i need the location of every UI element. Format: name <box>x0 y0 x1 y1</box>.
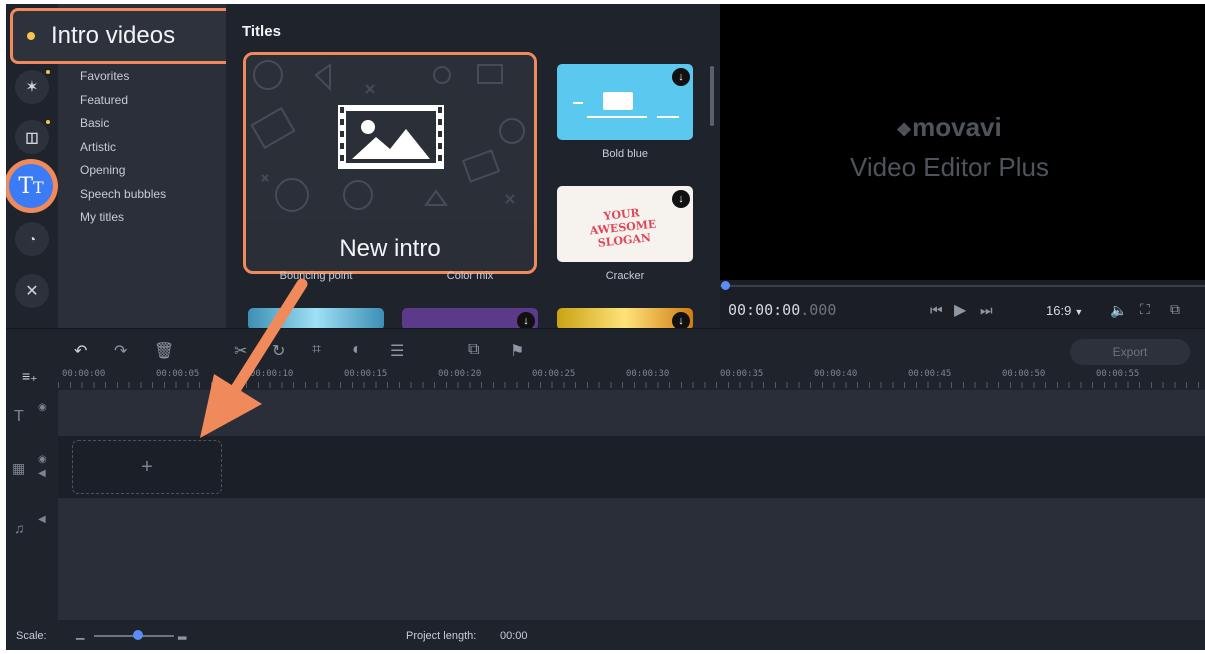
speaker-icon[interactable]: ◀ <box>38 514 46 525</box>
plus-icon: + <box>141 455 153 478</box>
ruler-tick: 00:00:15 <box>344 369 388 379</box>
ruler-tick: 00:00:05 <box>156 369 200 379</box>
category-featured[interactable]: Featured <box>80 93 128 107</box>
movavi-logo: ❖movavi <box>896 112 1002 142</box>
project-length-label: Project length: <box>406 630 477 642</box>
ruler-tick: 00:00:50 <box>1002 369 1046 379</box>
tile-caption-color-mix: Color mix <box>446 270 494 282</box>
gallery-heading: Titles <box>242 23 281 40</box>
image-icon <box>338 105 444 169</box>
video-track-icon: ▦ <box>12 460 26 476</box>
scale-slider-handle[interactable] <box>133 630 143 640</box>
eye-icon[interactable]: ◉ <box>38 402 47 413</box>
skip-forward-icon[interactable]: ⏭ <box>980 302 993 319</box>
magic-wand-icon: ✶ <box>25 79 39 96</box>
zoom-in-icon[interactable]: ▂ <box>178 627 186 640</box>
timeline-ruler[interactable]: 00:00:00 00:00:05 00:00:10 00:00:15 00:0… <box>58 366 1205 390</box>
tile-caption-cracker: Cracker <box>605 270 645 282</box>
ruler-tick: 00:00:25 <box>532 369 576 379</box>
new-badge-dot <box>46 120 50 124</box>
play-icon[interactable]: ▶ <box>954 300 966 320</box>
ruler-tick: 00:00:45 <box>908 369 952 379</box>
titles-gallery: Titles New intro ↓ Bold blue YOUR AWESOM… <box>226 4 720 330</box>
overlay-icon[interactable]: ⧉ <box>468 341 479 359</box>
new-intro-tile[interactable]: New intro <box>243 52 537 274</box>
seek-bar[interactable] <box>720 285 1205 287</box>
rotate-icon[interactable]: ↻ <box>272 341 285 361</box>
export-button[interactable]: Export <box>1070 339 1190 365</box>
pattern-background <box>246 55 534 221</box>
add-track-icon[interactable]: ≡₊ <box>22 368 38 385</box>
project-length-value: 00:00 <box>500 630 528 642</box>
status-bar: Scale: ▁ ▂ Project length: 00:00 <box>6 622 1205 650</box>
product-name: Video Editor Plus <box>850 152 1049 182</box>
tile-caption-bold-blue: Bold blue <box>602 148 648 160</box>
preview-player: ❖movavi Video Editor Plus 00:00:00.000 ⏮… <box>720 4 1205 328</box>
music-track-icon: ♫ <box>14 520 25 536</box>
more-tools-button[interactable]: ✕ <box>15 274 49 308</box>
tools-icon: ✕ <box>25 283 39 300</box>
detach-player-icon[interactable]: ⧉ <box>1170 301 1180 318</box>
transitions-tool-button[interactable]: ◫ <box>15 120 49 154</box>
redo-icon[interactable]: ↷ <box>114 341 127 361</box>
titles-icon: TT <box>18 173 44 199</box>
category-favorites[interactable]: Favorites <box>80 69 129 83</box>
new-intro-label: New intro <box>339 235 441 262</box>
skip-back-icon[interactable]: ⏮ <box>930 302 943 319</box>
time-display: 00:00:00.000 <box>728 301 837 319</box>
download-icon[interactable]: ↓ <box>672 190 690 208</box>
playhead-handle[interactable] <box>721 281 730 290</box>
category-speech-bubbles[interactable]: Speech bubbles <box>80 187 166 201</box>
gallery-scrollbar[interactable] <box>710 66 714 126</box>
intro-videos-label: Intro videos <box>51 22 176 49</box>
ruler-tick: 00:00:35 <box>720 369 764 379</box>
speaker-icon[interactable]: ◀ <box>38 468 46 479</box>
category-opening[interactable]: Opening <box>80 163 125 177</box>
intro-videos-tab[interactable]: Intro videos <box>10 8 238 64</box>
tile-caption-bouncing-point: Bouncing point <box>279 270 353 282</box>
movavi-video-editor-window: ✶ ◫ TT ◔ ✕ Favorites Featured Basic Arti… <box>6 4 1205 650</box>
color-adjust-icon[interactable]: ◐ <box>352 341 362 359</box>
zoom-out-icon[interactable]: ▁ <box>76 627 84 640</box>
scale-label: Scale: <box>16 630 47 642</box>
ruler-tick: 00:00:10 <box>250 369 294 379</box>
ruler-tick: 00:00:30 <box>626 369 670 379</box>
ruler-tick: 00:00:00 <box>62 369 106 379</box>
title-track[interactable] <box>58 390 1205 436</box>
magic-wand-tool-button[interactable]: ✶ <box>15 70 49 104</box>
title-tile-partial[interactable] <box>248 308 384 330</box>
cracker-slogan: YOUR AWESOME SLOGAN <box>589 206 657 250</box>
ruler-tick: 00:00:40 <box>814 369 858 379</box>
timer-icon: ◔ <box>27 231 37 247</box>
titles-tool-button[interactable]: TT <box>6 159 58 213</box>
aspect-ratio-select[interactable]: 16:9 ▼ <box>1046 303 1083 318</box>
add-media-dropzone[interactable]: + <box>72 440 222 494</box>
download-icon[interactable]: ↓ <box>672 68 690 86</box>
delete-icon[interactable]: 🗑 <box>154 341 174 361</box>
undo-icon[interactable]: ↶ <box>74 341 87 361</box>
audio-track[interactable] <box>58 498 1205 620</box>
fullscreen-icon[interactable]: ⛶ <box>1140 301 1150 318</box>
volume-icon[interactable]: 🔈 <box>1110 302 1127 319</box>
movavi-logo-icon: ❖ <box>896 120 913 140</box>
transitions-icon: ◫ <box>25 128 39 145</box>
intro-videos-dot <box>27 32 35 40</box>
category-basic[interactable]: Basic <box>80 116 109 130</box>
track-headers: T ◉ ▦ ◉ ◀ ♫ ◀ <box>6 390 58 624</box>
video-track[interactable]: + <box>58 436 1205 498</box>
clip-properties-icon[interactable]: ☰ <box>390 341 404 361</box>
marker-flag-icon[interactable]: ⚑ <box>510 341 524 361</box>
eye-icon[interactable]: ◉ <box>38 454 47 465</box>
stickers-tool-button[interactable]: ◔ <box>15 222 49 256</box>
cut-icon[interactable]: ✂ <box>234 341 247 361</box>
category-artistic[interactable]: Artistic <box>80 140 116 154</box>
new-badge-dot <box>46 70 50 74</box>
crop-icon[interactable]: ⌗ <box>312 341 321 359</box>
title-track-icon: T <box>14 408 24 425</box>
ruler-tick: 00:00:20 <box>438 369 482 379</box>
chevron-down-icon: ▼ <box>1074 307 1084 317</box>
category-my-titles[interactable]: My titles <box>80 210 124 224</box>
ruler-tick: 00:00:55 <box>1096 369 1140 379</box>
